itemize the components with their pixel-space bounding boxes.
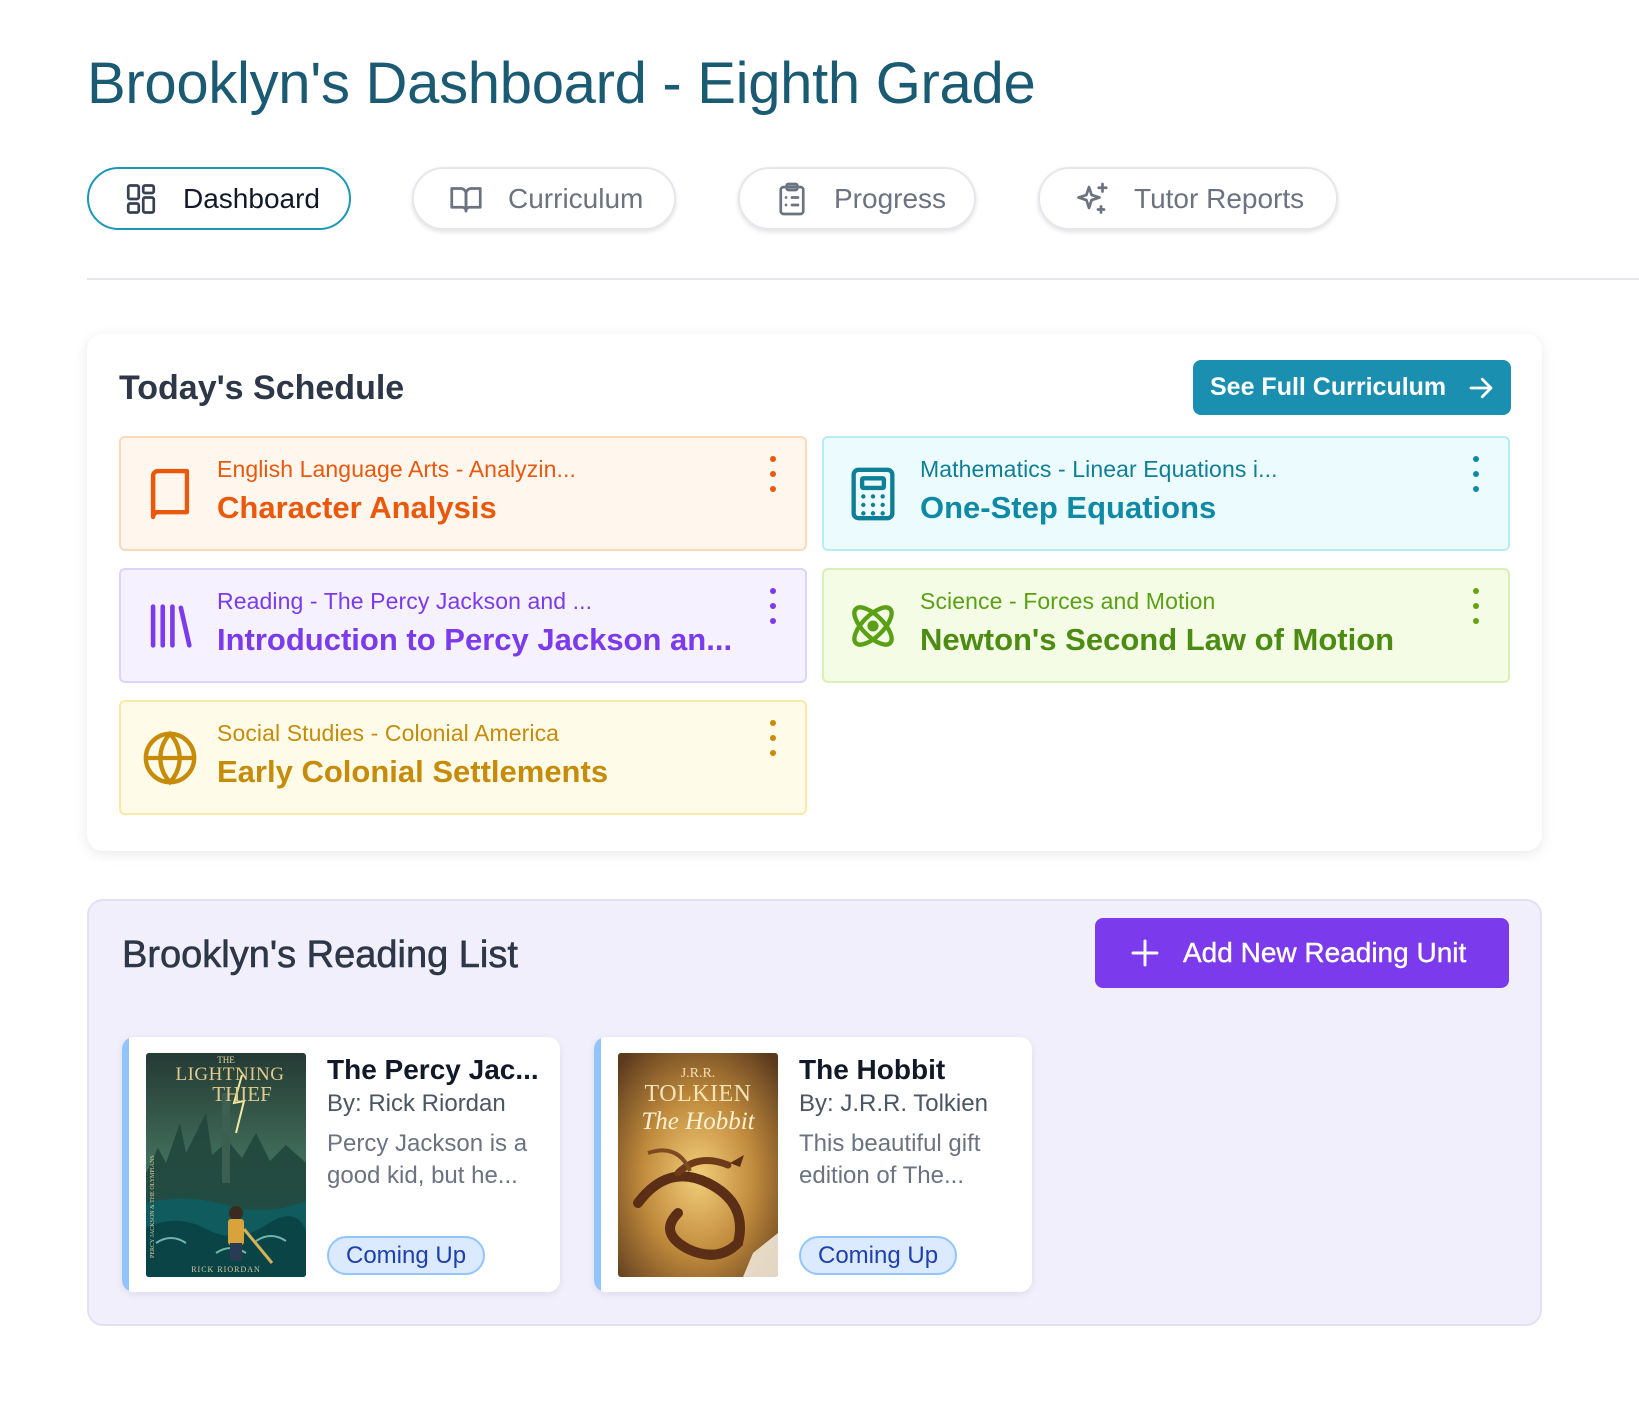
tab-label: Curriculum [508,182,644,214]
lesson-card-reading[interactable]: Reading - The Percy Jackson and ... Intr… [119,568,807,683]
lesson-title: Newton's Second Law of Motion [920,622,1395,657]
book-icon [141,465,199,523]
lesson-title: One-Step Equations [920,490,1217,525]
schedule-title: Today's Schedule [119,369,405,407]
lesson-card-science[interactable]: Science - Forces and Motion Newton's Sec… [822,568,1510,683]
cover-text: PERCY JACKSON & THE OLYMPIANS [150,1155,156,1258]
lesson-subject: Science - Forces and Motion [920,588,1216,614]
more-options-icon[interactable] [1470,588,1482,624]
book-description: Percy Jackson is a good kid, but he... [327,1130,528,1189]
tab-curriculum[interactable]: Curriculum [412,167,676,230]
more-options-icon[interactable] [767,456,779,492]
lesson-card-social-studies[interactable]: Social Studies - Colonial America Early … [119,700,807,815]
book-title: The Hobbit [799,1054,946,1085]
book-accent-bar [122,1037,129,1292]
lesson-title: Character Analysis [217,490,497,525]
clipboard-icon [774,181,810,217]
library-icon [141,597,199,655]
see-full-curriculum-button[interactable]: See Full Curriculum [1193,360,1511,415]
lesson-card-ela[interactable]: English Language Arts - Analyzin... Char… [119,436,807,551]
tab-dashboard[interactable]: Dashboard [87,167,351,230]
nav-tabs: Dashboard Curriculum Progress Tutor Repo… [87,167,1587,230]
lesson-subject: Social Studies - Colonial America [217,720,560,746]
tab-tutor-reports[interactable]: Tutor Reports [1038,167,1338,230]
button-label: See Full Curriculum [1210,373,1447,401]
more-options-icon[interactable] [767,720,779,756]
page-title: Brooklyn's Dashboard - Eighth Grade [87,51,1036,116]
header-divider [87,278,1639,280]
book-accent-bar [594,1037,601,1292]
cover-text: TOLKIEN [644,1081,751,1107]
cover-text: THIEF [212,1082,272,1106]
book-author: By: Rick Riordan [327,1090,506,1117]
sparkles-icon [1074,181,1110,217]
cover-text: The Hobbit [641,1108,755,1135]
tab-label: Progress [834,182,947,214]
lesson-subject: Mathematics - Linear Equations i... [920,456,1278,482]
book-card-percy-jackson[interactable]: THE LIGHTNING THIEF RICK RIORDAN PERCY J… [122,1037,560,1292]
lesson-subject: Reading - The Percy Jackson and ... [217,588,593,614]
tab-label: Dashboard [183,182,320,214]
book-open-icon [448,181,484,217]
arrow-right-icon [1469,377,1493,398]
calculator-icon [844,465,902,523]
add-reading-unit-button[interactable]: Add New Reading Unit [1095,918,1509,988]
status-badge: Coming Up [327,1236,486,1275]
cover-text: RICK RIORDAN [191,1265,261,1274]
more-options-icon[interactable] [1470,456,1482,492]
status-badge: Coming Up [799,1236,958,1275]
book-title: The Percy Jac... [327,1054,539,1085]
button-label: Add New Reading Unit [1183,937,1467,968]
reading-list-card: Brooklyn's Reading List Add New Reading … [87,899,1542,1326]
lesson-card-math[interactable]: Mathematics - Linear Equations i... One-… [822,436,1510,551]
book-card-the-hobbit[interactable]: J.R.R. TOLKIEN The Hobbit The Hobbit By:… [594,1037,1032,1292]
atom-icon [844,597,902,655]
todays-schedule-card: Today's Schedule See Full Curriculum Eng… [87,334,1542,851]
lesson-subject: English Language Arts - Analyzin... [217,456,576,482]
book-description: This beautiful gift edition of The... [799,1130,981,1189]
globe-icon [141,729,199,787]
tab-label: Tutor Reports [1134,182,1305,214]
tab-progress[interactable]: Progress [738,167,976,230]
dashboard-grid-icon [123,181,159,217]
book-cover-image: J.R.R. TOLKIEN The Hobbit [618,1053,778,1277]
lesson-title: Introduction to Percy Jackson an... [217,622,733,657]
book-author: By: J.R.R. Tolkien [799,1090,988,1117]
more-options-icon[interactable] [767,588,779,624]
reading-list-title: Brooklyn's Reading List [122,934,519,977]
plus-icon [1131,939,1159,967]
lesson-title: Early Colonial Settlements [217,754,609,789]
cover-text: J.R.R. [681,1066,716,1081]
book-cover-image: THE LIGHTNING THIEF RICK RIORDAN PERCY J… [146,1053,306,1277]
